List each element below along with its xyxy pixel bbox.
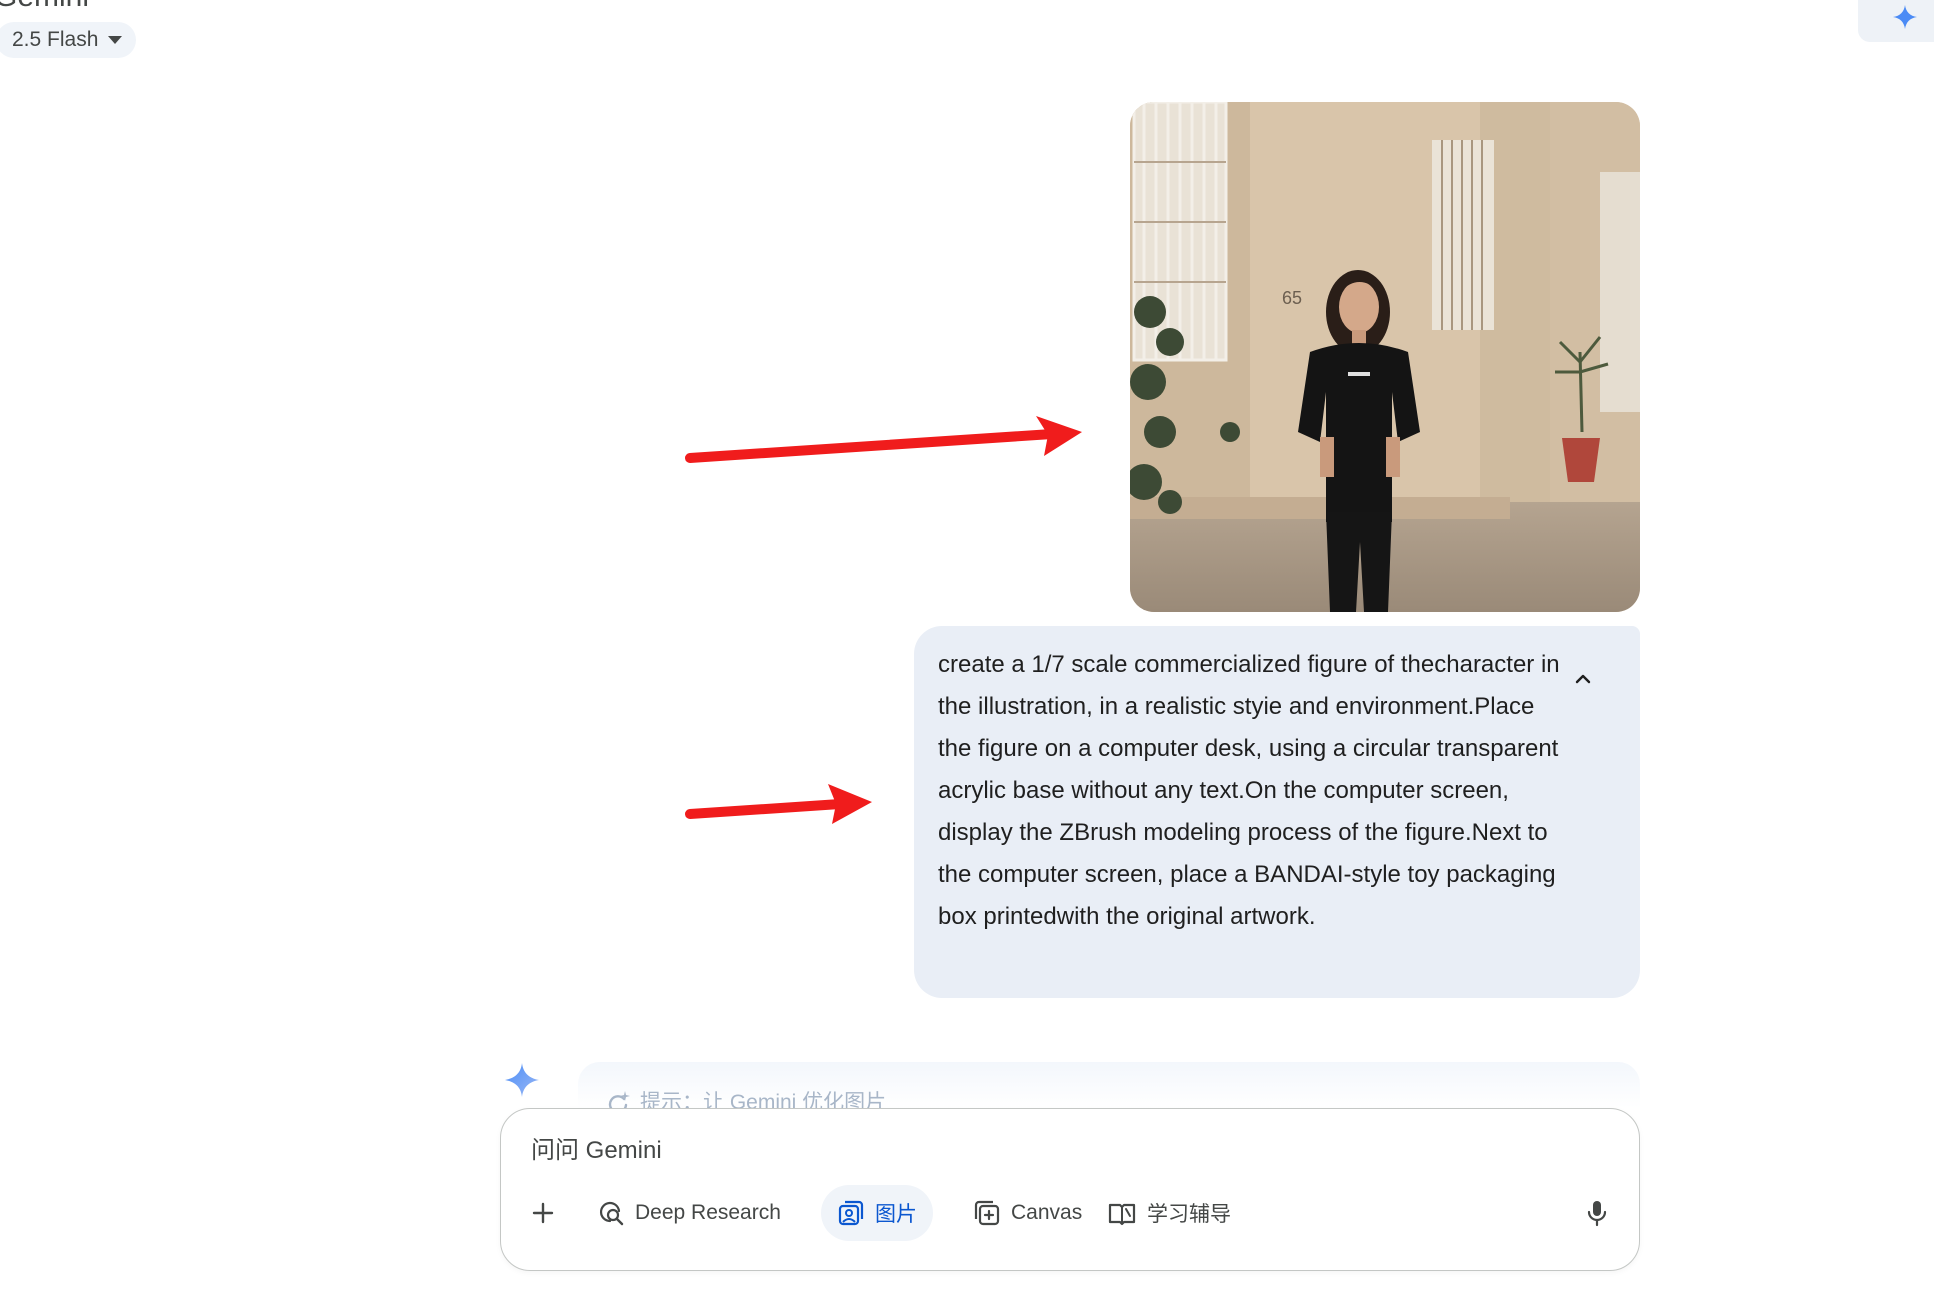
corner-button[interactable] — [1858, 0, 1934, 42]
microphone-button[interactable] — [1573, 1189, 1621, 1237]
deep-research-icon — [599, 1201, 624, 1226]
mic-icon — [1587, 1201, 1607, 1227]
app-title: Gemini — [0, 0, 89, 14]
user-prompt-bubble: create a 1/7 scale commercialized figure… — [914, 626, 1640, 998]
user-prompt-text: create a 1/7 scale commercialized figure… — [938, 651, 1560, 930]
annotation-arrow-top — [685, 416, 1082, 463]
gemini-sparkle-icon — [505, 1063, 539, 1097]
hint-text: 提示：让 Gemini 优化图片 — [640, 1091, 887, 1108]
canvas-label: Canvas — [1011, 1201, 1083, 1224]
model-selector[interactable]: 2.5 Flash — [0, 22, 137, 58]
refine-icon — [608, 1091, 630, 1108]
add-attachment-button[interactable] — [519, 1189, 567, 1237]
image-tool-label: 图片 — [875, 1203, 917, 1226]
uploaded-photo[interactable]: 65 — [1130, 102, 1640, 612]
annotation-arrow-bottom — [685, 784, 872, 824]
wall-number: 65 — [1282, 288, 1302, 308]
prompt-input[interactable] — [531, 1137, 1531, 1165]
canvas-icon — [974, 1200, 1000, 1226]
sparkle-icon — [1893, 5, 1917, 29]
plus-icon — [532, 1202, 554, 1224]
hint-bar[interactable]: 提示：让 Gemini 优化图片 — [578, 1062, 1640, 1108]
image-tool-button[interactable]: 图片 — [821, 1185, 933, 1241]
deep-research-label: Deep Research — [635, 1201, 781, 1224]
composer: Deep Research 图片 Canvas 学习辅导 — [500, 1108, 1640, 1271]
caret-down-icon — [108, 36, 123, 44]
image-icon — [838, 1200, 864, 1226]
guided-learning-label: 学习辅导 — [1147, 1203, 1231, 1226]
canvas-button[interactable]: Canvas — [957, 1185, 1098, 1241]
guided-learning-button[interactable]: 学习辅导 — [1091, 1185, 1247, 1241]
model-selector-label: 2.5 Flash — [12, 28, 99, 51]
book-icon — [1108, 1203, 1136, 1226]
deep-research-button[interactable]: Deep Research — [581, 1185, 797, 1241]
chevron-up-icon[interactable] — [1572, 668, 1594, 690]
